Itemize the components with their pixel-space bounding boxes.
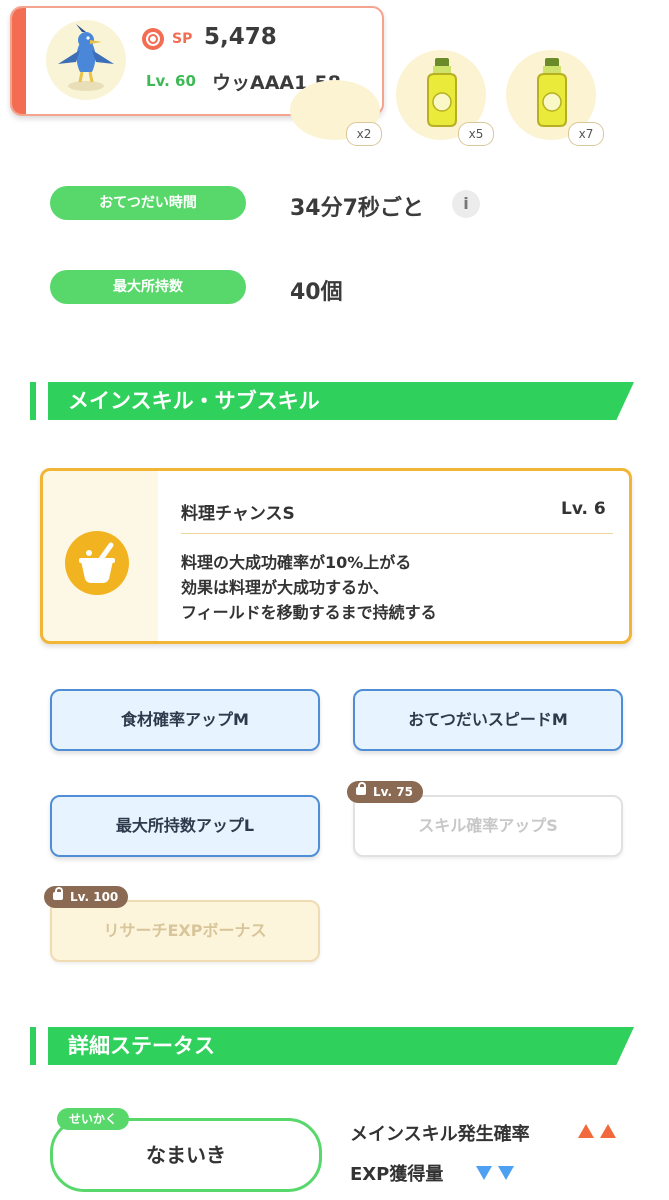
sub-skill-button[interactable]: 最大所持数アップL	[50, 795, 320, 857]
unlock-level-badge: Lv. 75	[347, 781, 423, 803]
max-carry-label: 最大所持数	[50, 270, 246, 304]
oil-bottle-icon	[537, 58, 567, 127]
main-skill-name: 料理チャンスS	[181, 504, 295, 524]
sp-label: SP	[172, 31, 193, 47]
sub-skill-button[interactable]: 食材確率アップM	[50, 689, 320, 751]
main-skill-description-line: 料理の大成功確率が10%上がる	[181, 553, 412, 572]
divider	[181, 533, 613, 534]
max-carry-value: 40個	[290, 280, 343, 305]
main-skill-description-line: 効果は料理が大成功するか、	[181, 578, 389, 597]
nature-tag: せいかく	[57, 1108, 130, 1130]
stat-label-exp: EXP獲得量	[350, 1164, 444, 1185]
help-time-value: 34分7秒ごと	[290, 196, 424, 221]
sp-icon	[142, 28, 164, 50]
up-arrow-icon	[600, 1124, 616, 1138]
lock-icon	[356, 782, 366, 795]
unlock-level: Lv. 100	[70, 890, 119, 904]
oil-bottle-icon	[427, 58, 457, 127]
main-skill-description-line: フィールドを移動するまで持続する	[181, 603, 437, 622]
lock-icon	[53, 887, 63, 900]
card-accent-strip	[12, 8, 26, 114]
sub-skill-button-locked[interactable]: スキル確率アップS	[353, 795, 623, 857]
cooking-pot-icon	[65, 531, 129, 595]
up-arrow-icon	[578, 1124, 594, 1138]
level-label: Lv. 60	[146, 72, 196, 90]
down-arrow-icon	[476, 1166, 492, 1180]
unlock-level: Lv. 75	[373, 785, 413, 799]
sub-skill-button-locked[interactable]: リサーチEXPボーナス	[50, 900, 320, 962]
skills-section-title: メインスキル・サブスキル	[68, 389, 320, 413]
ingredient-count-1: x2	[346, 122, 382, 146]
details-section-title: 詳細ステータス	[68, 1034, 215, 1058]
sp-value: 5,478	[204, 24, 277, 50]
info-icon[interactable]: i	[452, 190, 480, 218]
unlock-level-badge: Lv. 100	[44, 886, 129, 908]
pokemon-avatar	[46, 20, 126, 100]
main-skill-card[interactable]: 料理チャンスS Lv. 6 料理の大成功確率が10%上がる 効果は料理が大成功す…	[40, 468, 632, 644]
ingredient-count-2: x5	[458, 122, 494, 146]
sub-skill-button[interactable]: おてつだいスピードM	[353, 689, 623, 751]
ingredient-count-3: x7	[568, 122, 604, 146]
stat-label-main-skill: メインスキル発生確率	[350, 1124, 530, 1145]
help-time-label: おてつだい時間	[50, 186, 246, 220]
section-marker	[30, 1027, 36, 1065]
down-arrow-icon	[498, 1166, 514, 1180]
main-skill-level: Lv. 6	[561, 499, 606, 519]
section-marker	[30, 382, 36, 420]
